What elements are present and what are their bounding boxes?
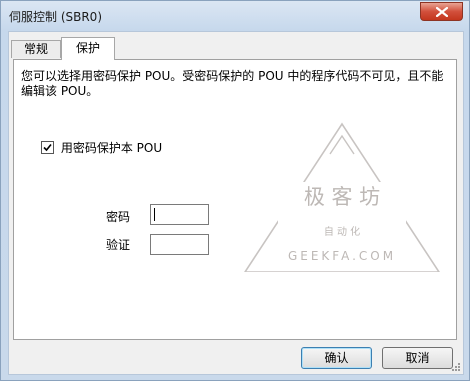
protect-checkbox-label: 用密码保护本 POU — [60, 141, 163, 155]
title-bar[interactable]: 伺服控制 (SBR0) — [1, 1, 469, 31]
verify-field[interactable] — [150, 234, 209, 255]
protect-checkbox[interactable] — [41, 141, 54, 154]
cancel-button[interactable]: 取消 — [382, 347, 453, 369]
resize-grip-icon[interactable] — [451, 362, 461, 372]
window-title: 伺服控制 (SBR0) — [9, 10, 103, 24]
tab-protect[interactable]: 保护 — [61, 37, 115, 60]
watermark-logo: 极 客 坊 自 动 化 GEEKFA.COM — [242, 122, 442, 275]
watermark-url-text: GEEKFA.COM — [288, 249, 396, 263]
ok-button[interactable]: 确认 — [301, 347, 372, 369]
protect-panel: 您可以选择用密码保护 POU。受密码保护的 POU 中的程序代码不可见，且不能编… — [13, 59, 457, 340]
watermark-sub-text: 自 动 化 — [324, 225, 360, 238]
password-field[interactable] — [150, 204, 209, 225]
tab-general[interactable]: 常规 — [11, 40, 61, 58]
tab-strip: 常规 保护 — [9, 37, 463, 60]
password-label: 密码 — [106, 210, 131, 224]
dialog-body: 常规 保护 您可以选择用密码保护 POU。受密码保护的 POU 中的程序代码不可… — [8, 31, 464, 375]
protect-checkbox-row[interactable]: 用密码保护本 POU — [41, 139, 162, 155]
watermark-main-text: 极 客 坊 — [304, 185, 380, 209]
dialog-window: 伺服控制 (SBR0) 常规 保护 您可以选择用密码保护 POU。受密码保护的 … — [0, 0, 470, 381]
verify-label: 验证 — [106, 238, 131, 252]
checkmark-icon — [43, 143, 52, 152]
text-caret — [154, 208, 155, 221]
close-button[interactable] — [420, 2, 463, 21]
protect-description: 您可以选择用密码保护 POU。受密码保护的 POU 中的程序代码不可见，且不能编… — [21, 69, 444, 98]
close-icon — [436, 7, 448, 17]
